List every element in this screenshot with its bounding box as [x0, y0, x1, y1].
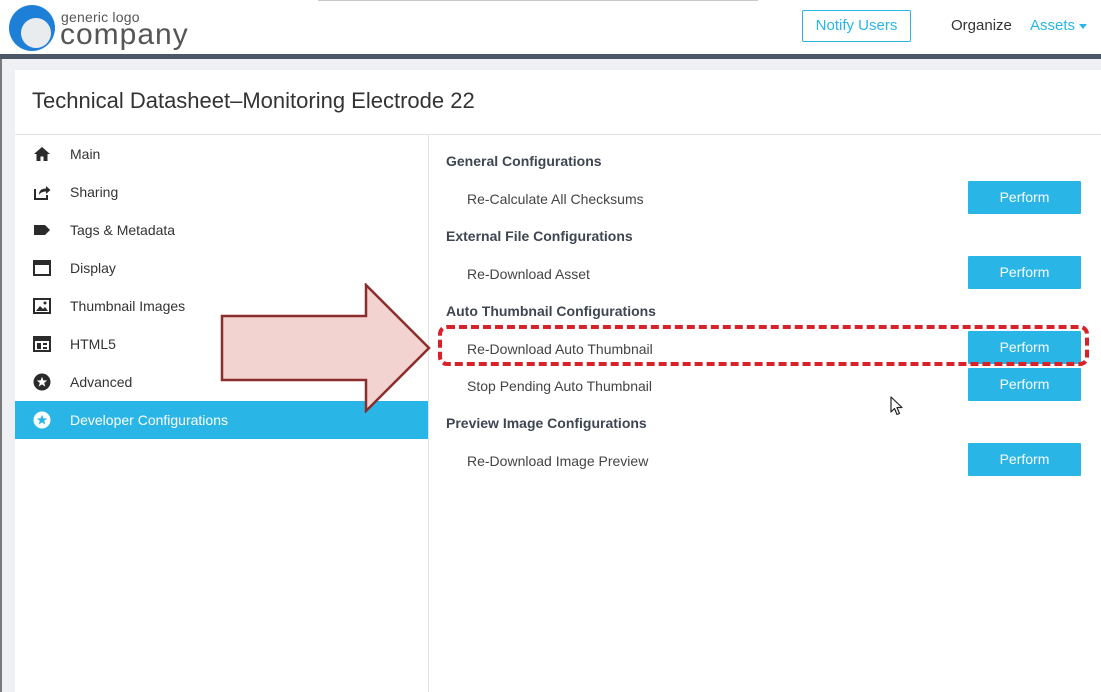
section-heading-preview-image: Preview Image Configurations	[446, 415, 647, 431]
nav-assets-dropdown[interactable]: Assets	[1030, 17, 1088, 34]
mouse-cursor-icon	[890, 396, 903, 416]
sidebar-item-display[interactable]: Display	[15, 249, 428, 287]
html5-icon	[33, 336, 51, 352]
panel-header: Technical Datasheet–Monitoring Electrode…	[15, 70, 1101, 135]
company-logo[interactable]: generic logo company	[8, 4, 208, 52]
tag-icon	[34, 225, 50, 235]
star-circle-icon	[33, 373, 51, 391]
row-label-stop-pending-auto-thumbnail: Stop Pending Auto Thumbnail	[467, 378, 652, 394]
asset-settings-panel: Technical Datasheet–Monitoring Electrode…	[15, 70, 1101, 692]
perform-redownload-image-preview-button[interactable]: Perform	[968, 443, 1081, 476]
perform-recalculate-checksums-button[interactable]: Perform	[968, 181, 1081, 214]
sidebar-item-label: Display	[70, 260, 116, 276]
settings-sidebar: Main Sharing Tags & Metadata Display Thu…	[15, 135, 429, 692]
developer-configurations-content: General Configurations Re-Calculate All …	[429, 135, 1101, 692]
image-icon	[33, 298, 51, 314]
row-label-recalculate-checksums: Re-Calculate All Checksums	[467, 191, 644, 207]
chevron-down-icon	[1079, 23, 1088, 29]
sidebar-item-main[interactable]: Main	[15, 135, 428, 173]
highlight-box	[438, 325, 1089, 366]
sidebar-item-label: Developer Configurations	[70, 412, 228, 428]
row-label-redownload-asset: Re-Download Asset	[467, 266, 590, 282]
callout-arrow	[220, 283, 431, 413]
section-heading-external-file: External File Configurations	[446, 228, 633, 244]
perform-stop-pending-auto-thumbnail-button[interactable]: Perform	[968, 368, 1081, 401]
section-heading-general: General Configurations	[446, 153, 602, 169]
home-icon	[34, 147, 50, 161]
share-icon	[34, 186, 51, 200]
header-divider	[0, 54, 1101, 59]
logo-wordmark: company	[60, 18, 189, 51]
nav-assets-label: Assets	[1030, 17, 1076, 34]
top-header: generic logo company Notify Users Organi…	[0, 0, 1101, 54]
row-label-redownload-image-preview: Re-Download Image Preview	[467, 453, 649, 469]
page-title: Technical Datasheet–Monitoring Electrode…	[32, 88, 475, 113]
page-left-edge	[0, 59, 2, 692]
sidebar-item-label: HTML5	[70, 336, 116, 352]
sidebar-item-label: Sharing	[70, 184, 119, 200]
sidebar-item-label: Advanced	[70, 374, 133, 390]
notify-users-button[interactable]: Notify Users	[802, 10, 911, 42]
star-circle-icon	[33, 411, 51, 429]
header-top-line	[318, 0, 758, 1]
perform-redownload-asset-button[interactable]: Perform	[968, 256, 1081, 289]
sidebar-item-tags-metadata[interactable]: Tags & Metadata	[15, 211, 428, 249]
logo-mark-icon	[9, 5, 55, 51]
section-heading-auto-thumbnail: Auto Thumbnail Configurations	[446, 303, 656, 319]
sidebar-item-label: Tags & Metadata	[70, 222, 176, 238]
nav-organize-link[interactable]: Organize	[951, 17, 1012, 34]
window-icon	[33, 260, 51, 276]
sidebar-item-sharing[interactable]: Sharing	[15, 173, 428, 211]
sidebar-item-label: Thumbnail Images	[70, 298, 186, 314]
sidebar-item-label: Main	[70, 146, 101, 162]
